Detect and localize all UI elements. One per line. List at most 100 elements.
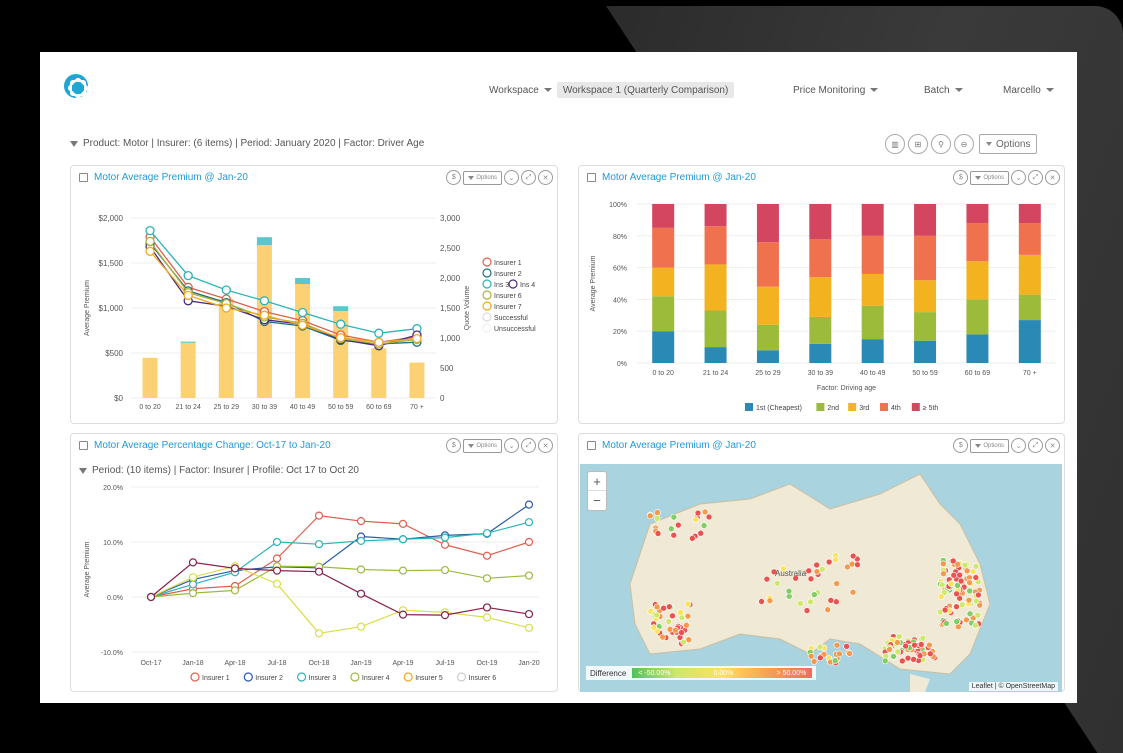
map-marker[interactable] <box>683 621 690 629</box>
map-marker[interactable] <box>848 560 856 568</box>
map-marker[interactable] <box>832 556 839 564</box>
map-marker[interactable] <box>849 552 857 560</box>
map-marker[interactable] <box>911 641 918 649</box>
map-marker[interactable] <box>895 633 903 640</box>
map-marker[interactable] <box>961 561 969 569</box>
map-marker[interactable] <box>811 591 818 598</box>
map-marker[interactable] <box>973 597 980 605</box>
map-marker[interactable] <box>843 643 850 650</box>
map-marker[interactable] <box>680 638 687 646</box>
map-marker[interactable] <box>758 598 765 605</box>
map-marker[interactable] <box>824 606 831 614</box>
map-marker[interactable] <box>700 522 708 529</box>
map-marker[interactable] <box>943 620 950 627</box>
map-marker[interactable] <box>972 622 979 629</box>
map-marker[interactable] <box>670 513 678 521</box>
map-marker[interactable] <box>965 596 973 604</box>
chevron-down-icon[interactable]: ⌄ <box>1011 438 1026 453</box>
map-marker[interactable] <box>818 565 826 573</box>
map-marker[interactable] <box>966 587 973 595</box>
map-marker[interactable] <box>705 513 713 521</box>
map-marker[interactable] <box>674 521 682 529</box>
map-marker[interactable] <box>803 607 811 614</box>
map-marker[interactable] <box>949 557 957 565</box>
zoom-in-button[interactable]: + <box>588 472 606 492</box>
map-marker[interactable] <box>669 612 676 620</box>
filter-bar[interactable]: Product: Motor | Insurer: (6 items) | Pe… <box>70 138 424 149</box>
map-marker[interactable] <box>701 508 709 516</box>
map-marker[interactable] <box>810 658 818 665</box>
map-marker[interactable] <box>650 624 658 631</box>
map-marker[interactable] <box>833 580 840 587</box>
map-marker[interactable] <box>958 601 966 608</box>
zoom-out-button[interactable]: − <box>588 491 606 510</box>
map-marker[interactable] <box>894 639 901 646</box>
brand[interactable]: finesse <box>64 72 183 100</box>
map-marker[interactable] <box>966 579 973 586</box>
map-marker[interactable] <box>646 512 654 520</box>
map-marker[interactable] <box>766 597 774 605</box>
map-marker[interactable] <box>975 591 982 599</box>
map-marker[interactable] <box>665 618 673 625</box>
map-marker[interactable] <box>916 652 924 659</box>
map-marker[interactable] <box>797 600 804 607</box>
map-marker[interactable] <box>827 597 835 604</box>
map-marker[interactable] <box>972 563 980 570</box>
map-marker[interactable] <box>919 634 927 642</box>
map-marker[interactable] <box>694 509 702 517</box>
map-marker[interactable] <box>881 657 889 665</box>
map-marker[interactable] <box>972 574 980 581</box>
map-marker[interactable] <box>953 603 960 610</box>
map-marker[interactable] <box>785 587 793 595</box>
australia-map[interactable]: Australia <box>580 464 1062 692</box>
map-marker[interactable] <box>654 509 661 516</box>
chart-view-icon[interactable]: ▥ <box>885 134 905 154</box>
map-marker[interactable] <box>938 581 946 589</box>
map-marker[interactable] <box>660 604 667 612</box>
map-marker[interactable] <box>667 525 675 533</box>
map-pin-icon[interactable]: ⚲ <box>931 134 951 154</box>
price-monitoring-dropdown[interactable]: Price Monitoring <box>787 80 893 100</box>
map-marker[interactable] <box>926 650 934 658</box>
map-marker[interactable] <box>653 611 660 619</box>
map-marker[interactable] <box>677 609 684 616</box>
panel-options-button[interactable]: Options <box>970 438 1009 453</box>
dollar-icon[interactable]: $ <box>953 438 969 453</box>
map-marker[interactable] <box>831 657 839 664</box>
map-marker[interactable] <box>910 656 917 663</box>
map-marker[interactable] <box>666 626 674 633</box>
map-marker[interactable] <box>670 531 678 539</box>
map-marker[interactable] <box>678 629 685 636</box>
map-marker[interactable] <box>807 652 815 660</box>
map-marker[interactable] <box>653 515 661 522</box>
map-marker[interactable] <box>684 612 692 620</box>
workspace-dropdown[interactable]: Workspace Workspace 1 (Quarterly Compari… <box>483 80 761 100</box>
map-marker[interactable] <box>833 641 841 649</box>
map-marker[interactable] <box>940 570 947 578</box>
panel-checkbox[interactable] <box>587 441 596 450</box>
map-marker[interactable] <box>963 567 971 575</box>
map-marker[interactable] <box>886 646 893 653</box>
map-marker[interactable] <box>654 530 662 537</box>
map-marker[interactable] <box>653 603 661 611</box>
map-marker[interactable] <box>692 516 700 523</box>
options-button[interactable]: Options <box>979 134 1038 154</box>
table-view-icon[interactable]: ⊞ <box>908 134 928 154</box>
batch-dropdown[interactable]: Batch <box>918 80 973 100</box>
map-attribution[interactable]: Leaflet | © OpenStreetMap <box>968 682 1058 691</box>
map-marker[interactable] <box>899 657 906 665</box>
map-marker[interactable] <box>773 580 781 587</box>
map-marker[interactable] <box>950 571 958 579</box>
map-marker[interactable] <box>659 633 666 641</box>
expand-icon[interactable]: ⤢ <box>1028 438 1043 453</box>
map-marker[interactable] <box>805 567 813 575</box>
map-marker[interactable] <box>763 575 771 583</box>
map-marker[interactable] <box>956 571 963 579</box>
map-marker[interactable] <box>953 618 960 625</box>
map-marker[interactable] <box>813 561 820 569</box>
map-marker[interactable] <box>902 642 910 650</box>
user-dropdown[interactable]: Marcello <box>997 80 1063 100</box>
map-marker[interactable] <box>697 529 705 537</box>
map-marker[interactable] <box>953 590 960 598</box>
map-marker[interactable] <box>957 577 965 585</box>
